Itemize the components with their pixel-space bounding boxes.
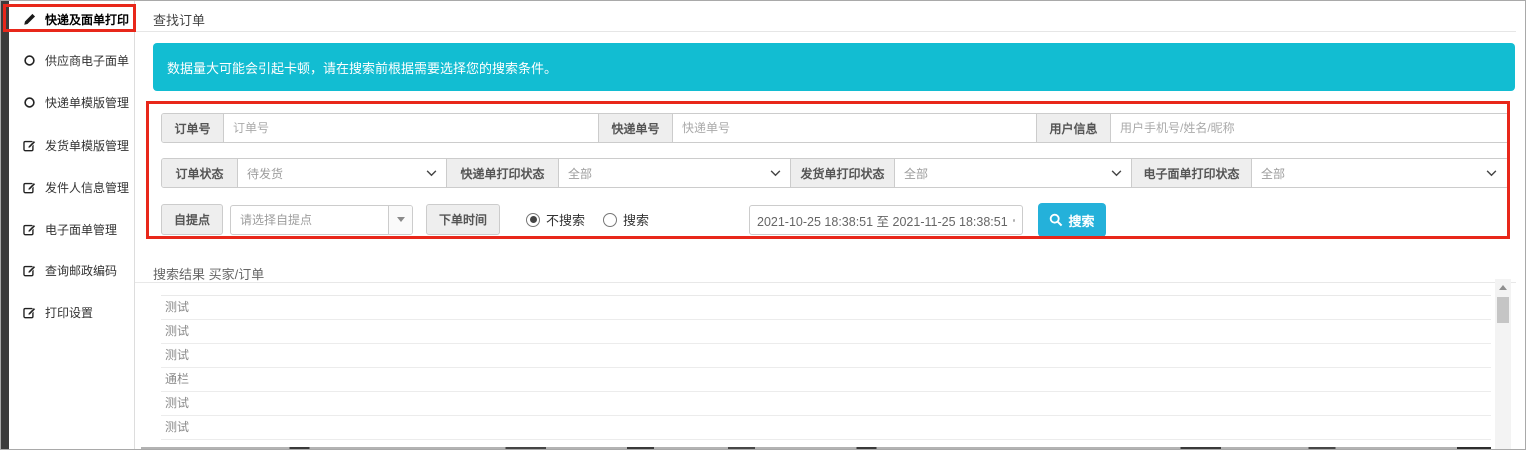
result-row[interactable]: 测试 (161, 416, 1491, 440)
sidebar-item-label: 供应商电子面单 (45, 53, 130, 68)
user-info-label: 用户信息 (1037, 114, 1111, 142)
date-range-input[interactable]: 2021-10-25 18:38:51 至 2021-11-25 18:38:5… (749, 205, 1023, 235)
pencil-icon (23, 13, 36, 26)
edit-icon (23, 306, 36, 319)
scrollbar-thumb[interactable] (1497, 297, 1509, 323)
edit-icon (23, 264, 36, 277)
sidebar-item-label: 电子面单管理 (45, 222, 118, 237)
order-no-label: 订单号 (162, 114, 224, 142)
order-no-input[interactable] (224, 114, 598, 142)
sidebar-item-label: 打印设置 (45, 305, 94, 320)
circle-icon (23, 96, 36, 109)
sidebar-item-label: 查询邮政编码 (45, 263, 118, 278)
tracking-no-cell (673, 114, 1037, 142)
chevron-down-icon (1111, 169, 1122, 176)
scroll-up-arrow-icon[interactable] (1499, 285, 1507, 290)
sidebar-item-express-label-print[interactable]: 快递及面单打印 (23, 9, 129, 29)
edit-icon (23, 223, 36, 236)
search-row-status: 订单状态 待发货 快递单打印状态 全部 发货单打印状态 全部 电子面单打印状态 … (161, 158, 1509, 188)
sidebar: 快递及面单打印 供应商电子面单 快递单模版管理 发货单模版管理 发件人信息管理 (9, 1, 135, 449)
edit-icon (23, 139, 36, 152)
order-no-cell (224, 114, 599, 142)
main-content: 查找订单 数据量大可能会引起卡顿，请在搜索前根据需要选择您的搜索条件。 订单号 … (135, 1, 1525, 449)
result-row[interactable]: 测试 (161, 320, 1491, 344)
user-info-cell (1111, 114, 1508, 142)
notice-banner: 数据量大可能会引起卡顿，请在搜索前根据需要选择您的搜索条件。 (153, 43, 1515, 91)
result-row[interactable]: 测试 (161, 344, 1491, 368)
order-time-label: 下单时间 (426, 204, 501, 235)
search-row-ids: 订单号 快递单号 用户信息 (161, 113, 1509, 143)
search-button[interactable]: 搜索 (1038, 203, 1106, 237)
express-print-status-select[interactable]: 全部 (559, 159, 791, 187)
sidebar-item-supplier-e-label[interactable]: 供应商电子面单 (23, 50, 129, 70)
time-search-radio-group: 不搜索 搜索 (526, 210, 649, 229)
sidebar-item-postcode-lookup[interactable]: 查询邮政编码 (23, 260, 117, 280)
sidebar-item-label: 快递单模版管理 (45, 95, 130, 110)
search-row-time: 自提点 请选择自提点 下单时间 不搜索 搜索 (161, 204, 649, 235)
result-row[interactable]: 测试 (161, 296, 1491, 320)
triangle-down-icon (396, 217, 405, 222)
shipping-print-status-label: 发货单打印状态 (791, 159, 895, 187)
results-header: 搜索结果 买家/订单 (153, 267, 265, 282)
chevron-down-icon (770, 169, 781, 176)
order-status-label: 订单状态 (162, 159, 238, 187)
combo-arrow-button[interactable] (388, 205, 413, 234)
express-print-status-label: 快递单打印状态 (447, 159, 559, 187)
shipping-print-status-select[interactable]: 全部 (895, 159, 1132, 187)
tracking-no-label: 快递单号 (599, 114, 673, 142)
left-dark-strip (1, 1, 9, 449)
sidebar-item-e-label-manage[interactable]: 电子面单管理 (23, 219, 117, 239)
notice-text: 数据量大可能会引起卡顿，请在搜索前根据需要选择您的搜索条件。 (167, 60, 558, 76)
page-title: 查找订单 (153, 13, 206, 28)
result-row[interactable]: 通栏 (161, 368, 1491, 392)
pickup-point-select[interactable]: 请选择自提点 (230, 204, 414, 235)
radio-search[interactable]: 搜索 (603, 210, 649, 229)
e-label-print-status-label: 电子面单打印状态 (1132, 159, 1252, 187)
pickup-point-label: 自提点 (161, 204, 224, 235)
sidebar-item-sender-info[interactable]: 发件人信息管理 (23, 177, 129, 197)
sidebar-item-label: 发货单模版管理 (45, 138, 130, 153)
chevron-down-icon (1486, 169, 1497, 176)
sidebar-item-label: 发件人信息管理 (45, 180, 130, 195)
sidebar-item-label: 快递及面单打印 (45, 12, 130, 27)
radio-dot-icon (526, 212, 541, 227)
app-window: 快递及面单打印 供应商电子面单 快递单模版管理 发货单模版管理 发件人信息管理 (0, 0, 1526, 450)
e-label-print-status-select[interactable]: 全部 (1252, 159, 1506, 187)
result-row[interactable]: 测试 (161, 392, 1491, 416)
radio-dot-icon (603, 212, 618, 227)
search-icon (1050, 213, 1063, 227)
results-scrollbar[interactable] (1495, 279, 1511, 449)
chevron-down-icon (426, 169, 437, 176)
user-info-input[interactable] (1111, 114, 1508, 142)
sidebar-item-express-template[interactable]: 快递单模版管理 (23, 92, 129, 112)
results-divider (135, 282, 1516, 283)
order-status-select[interactable]: 待发货 (238, 159, 447, 187)
tracking-no-input[interactable] (673, 114, 1036, 142)
edit-icon (23, 181, 36, 194)
title-divider (135, 31, 1516, 32)
sidebar-item-shipping-template[interactable]: 发货单模版管理 (23, 135, 129, 155)
calendar-icon (1012, 218, 1015, 222)
results-list: 测试 测试 测试 通栏 测试 测试 (161, 295, 1491, 440)
radio-no-search[interactable]: 不搜索 (526, 210, 585, 229)
sidebar-item-print-settings[interactable]: 打印设置 (23, 302, 93, 322)
circle-icon (23, 54, 36, 67)
